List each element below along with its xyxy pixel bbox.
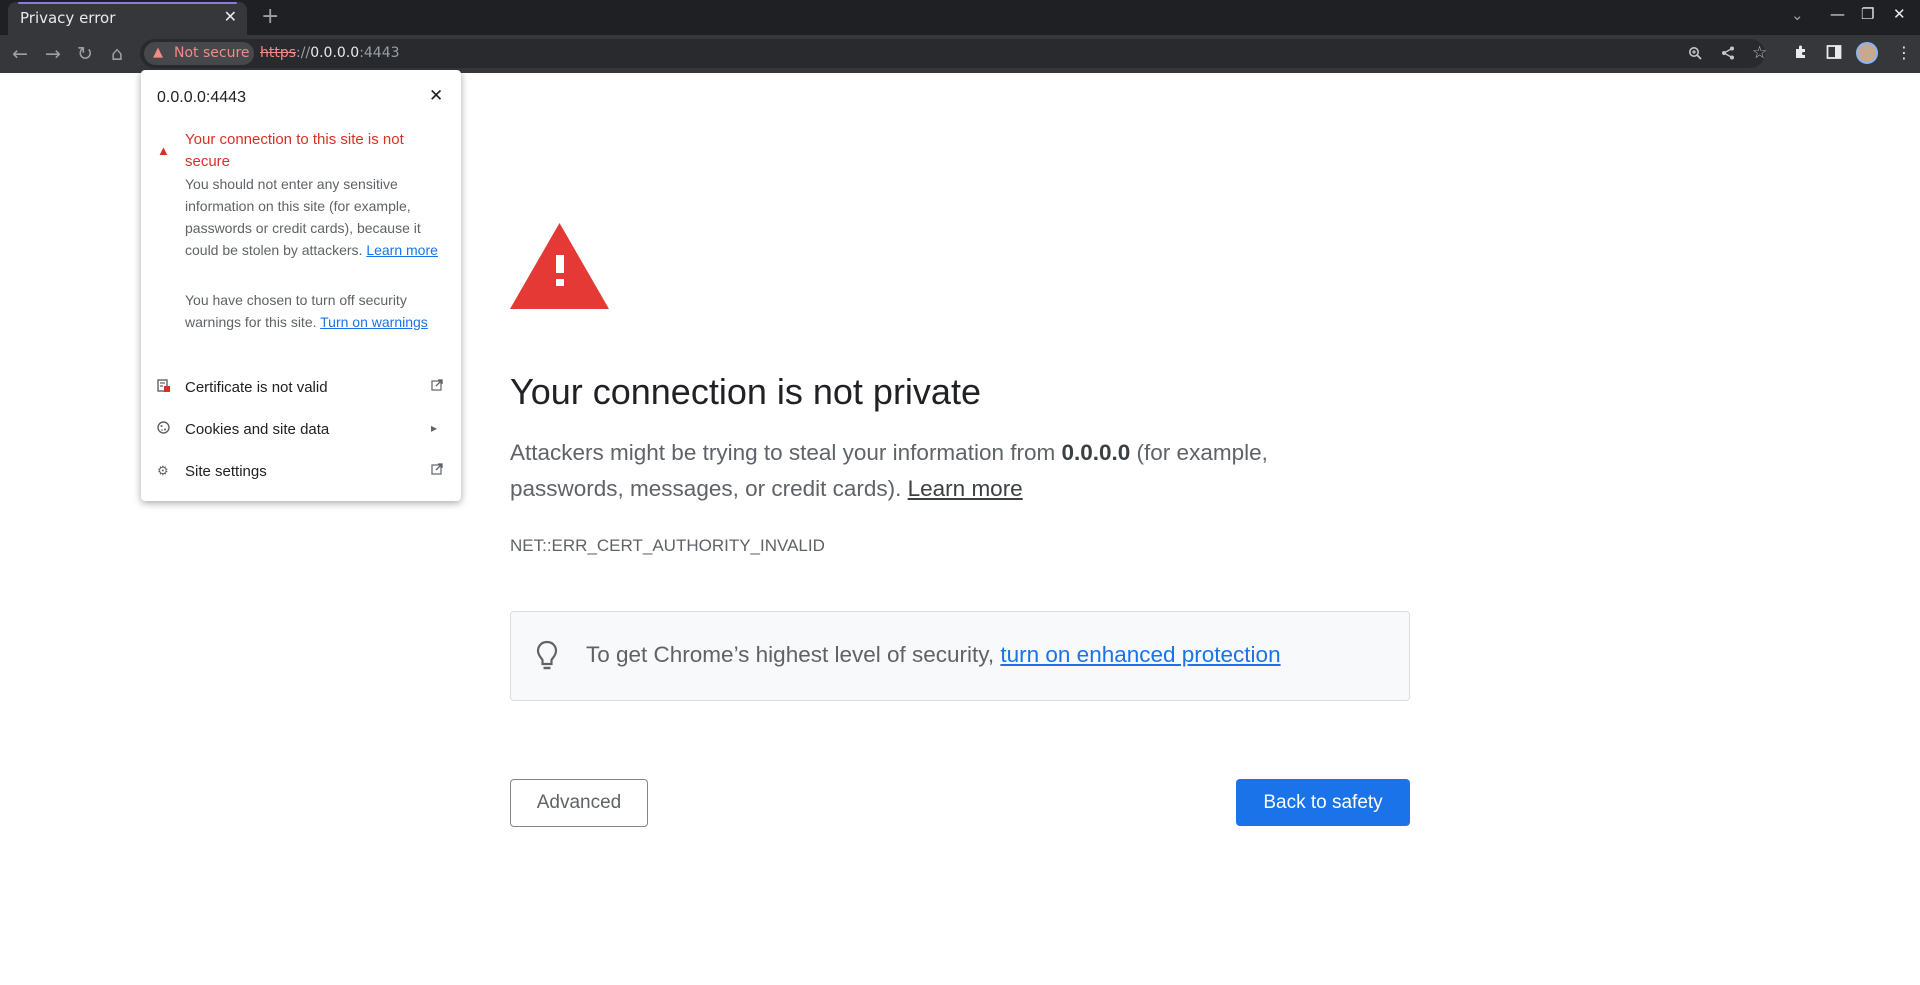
certificate-row-label: Certificate is not valid <box>185 379 328 396</box>
security-status-body: You should not enter any sensitive infor… <box>185 173 450 261</box>
enhanced-protection-banner: To get Chrome’s highest level of securit… <box>510 611 1410 701</box>
enhanced-protection-text: To get Chrome’s highest level of securit… <box>586 642 1281 668</box>
cookies-row-label: Cookies and site data <box>185 421 330 438</box>
enhanced-protection-link[interactable]: turn on enhanced protection <box>1000 642 1280 667</box>
tab-privacy-error[interactable]: Privacy error ✕ <box>8 2 247 35</box>
more-menu-icon[interactable]: ⋮ <box>1896 43 1912 62</box>
warning-icon: ▲ <box>153 45 163 60</box>
description-host: 0.0.0.0 <box>1061 440 1131 465</box>
chevron-right-icon: ▸ <box>431 421 438 435</box>
turn-on-warnings-link[interactable]: Turn on warnings <box>320 314 428 330</box>
enhanced-protection-prefix: To get Chrome’s highest level of securit… <box>586 642 1001 667</box>
side-panel-icon[interactable] <box>1826 44 1842 64</box>
restore-icon[interactable]: ❐ <box>1861 5 1874 23</box>
window-close-icon[interactable]: ✕ <box>1893 5 1906 23</box>
page-heading: Your connection is not private <box>510 371 981 412</box>
site-settings-row-label: Site settings <box>185 463 267 480</box>
share-icon[interactable] <box>1721 46 1735 64</box>
warning-triangle-icon <box>510 223 609 309</box>
bookmark-star-icon[interactable]: ☆ <box>1752 43 1767 63</box>
certificate-icon <box>157 379 170 395</box>
page-description: Attackers might be trying to steal your … <box>510 435 1330 507</box>
security-chip[interactable]: ▲ Not secure <box>144 42 254 65</box>
tab-strip: Privacy error ✕ + ⌄ — ❐ ✕ <box>0 0 1920 35</box>
gear-icon: ⚙ <box>157 463 169 478</box>
external-link-icon <box>431 379 443 394</box>
tab-search-icon[interactable]: ⌄ <box>1791 6 1804 24</box>
lightbulb-icon <box>536 640 558 670</box>
address-bar[interactable]: ▲ Not secure https://0.0.0.0:4443 ☆ <box>140 39 1767 68</box>
warning-icon: ▲ <box>157 143 170 158</box>
external-link-icon <box>431 463 443 478</box>
back-icon[interactable]: ← <box>8 42 32 66</box>
cookie-icon <box>157 421 170 437</box>
url-scheme: https <box>260 45 297 61</box>
page-info-popup: 0.0.0.0:4443 ✕ ▲ Your connection to this… <box>141 70 461 501</box>
certificate-row[interactable]: Certificate is not valid <box>141 369 461 409</box>
warnings-status-body: You have chosen to turn off security war… <box>185 289 450 333</box>
reload-icon[interactable]: ↻ <box>73 42 97 66</box>
tab-title: Privacy error <box>20 9 116 27</box>
popup-title: 0.0.0.0:4443 <box>157 89 246 106</box>
security-status-title: Your connection to this site is not secu… <box>185 131 404 170</box>
popup-close-icon[interactable]: ✕ <box>429 86 443 106</box>
url-text[interactable]: https://0.0.0.0:4443 <box>260 45 400 61</box>
description-text-1: Attackers might be trying to steal your … <box>510 440 1062 465</box>
learn-more-link[interactable]: Learn more <box>908 476 1023 501</box>
error-code: NET::ERR_CERT_AUTHORITY_INVALID <box>510 536 825 555</box>
url-separator: :// <box>296 45 311 61</box>
cookies-row[interactable]: Cookies and site data ▸ <box>141 411 461 451</box>
zoom-icon[interactable] <box>1688 46 1702 64</box>
forward-icon[interactable]: → <box>41 42 65 66</box>
back-to-safety-button[interactable]: Back to safety <box>1236 779 1410 826</box>
browser-toolbar: ← → ↻ ⌂ ▲ Not secure https://0.0.0.0:444… <box>0 35 1920 73</box>
security-chip-label: Not secure <box>174 45 250 61</box>
url-port: :4443 <box>359 45 400 61</box>
profile-avatar[interactable] <box>1856 42 1878 64</box>
url-host: 0.0.0.0 <box>310 45 360 61</box>
tab-active-indicator <box>18 2 237 4</box>
site-settings-row[interactable]: ⚙ Site settings <box>141 453 461 493</box>
new-tab-button[interactable]: + <box>261 4 279 29</box>
minimize-icon[interactable]: — <box>1830 5 1845 23</box>
home-icon[interactable]: ⌂ <box>105 42 129 66</box>
tab-close-icon[interactable]: ✕ <box>224 7 237 26</box>
extensions-icon[interactable] <box>1793 44 1809 64</box>
advanced-button[interactable]: Advanced <box>510 779 648 827</box>
popup-learn-more-link[interactable]: Learn more <box>366 242 438 258</box>
